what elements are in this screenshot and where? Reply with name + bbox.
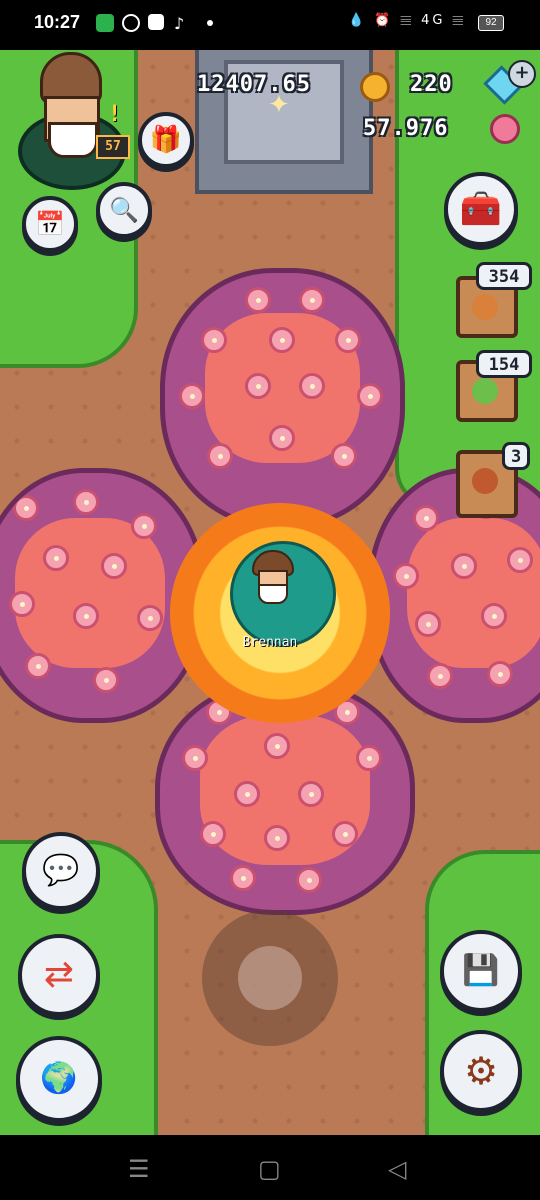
player-name: Brennan: [242, 635, 298, 650]
clock: 10:27: [34, 12, 81, 32]
save-button[interactable]: 💾: [440, 930, 522, 1012]
back-button[interactable]: ◁: [388, 1155, 406, 1183]
tiktok-icon: ♪: [174, 14, 185, 33]
facebook-icon: [148, 14, 164, 30]
dot-icon: [207, 20, 213, 26]
pickle-icon: [472, 378, 498, 404]
level-badge: 57: [96, 135, 130, 159]
gift-button[interactable]: 🎁: [138, 112, 194, 168]
magnifier-icon: 🔍: [109, 196, 139, 224]
gear-icon: ⚙: [463, 1049, 499, 1093]
meat-count: 354: [476, 262, 532, 290]
chat-icon: [96, 14, 114, 32]
coin-icon: [360, 72, 390, 102]
meat-icon: [472, 294, 498, 320]
game-viewport[interactable]: Brennan ! 57 🎁 📅 🔍 12407.65 220 + 57.976…: [0, 50, 540, 1135]
system-icons: 💧 ⏰ 𝄙 4G 𝄙: [347, 13, 466, 28]
globe-icon: 🌍: [40, 1061, 78, 1096]
pickle-count: 154: [476, 350, 532, 378]
character-beard: [258, 584, 288, 604]
search-button[interactable]: 🔍: [96, 182, 152, 238]
swap-button[interactable]: ⇄: [18, 934, 100, 1016]
settings-button[interactable]: ⚙: [440, 1030, 522, 1112]
player-character[interactable]: [248, 550, 294, 610]
phone-icon: [122, 14, 140, 32]
chest-icon: 🧰: [459, 189, 503, 229]
floppy-disk-icon: 💾: [462, 953, 500, 988]
petal-top: [160, 268, 405, 528]
turnip-count: 3: [502, 442, 530, 470]
calendar-icon: 📅: [35, 210, 65, 238]
turnip-icon: [472, 468, 498, 494]
world-button[interactable]: 🌍: [16, 1036, 102, 1122]
status-bar: 10:27 ♪ 💧 ⏰ 𝄙 4G 𝄙 92: [0, 0, 540, 50]
calendar-button[interactable]: 📅: [22, 196, 78, 252]
virtual-joystick[interactable]: [202, 910, 338, 1046]
battery-indicator: 92: [478, 15, 504, 31]
petals-amount: 57.976: [363, 116, 449, 141]
recent-apps-button[interactable]: ☰: [128, 1155, 150, 1183]
petal-currency-icon: [490, 114, 520, 144]
speech-bubble-icon: 💬: [42, 853, 80, 888]
player-avatar[interactable]: [18, 52, 126, 190]
home-button[interactable]: ▢: [258, 1155, 281, 1183]
alert-indicator: !: [108, 102, 122, 127]
flower-center: [170, 503, 390, 723]
swap-arrows-icon: ⇄: [43, 954, 75, 995]
chest-button[interactable]: 🧰: [444, 172, 518, 246]
system-nav-bar: ☰ ▢ ◁: [0, 1135, 540, 1200]
add-gems-button[interactable]: +: [508, 60, 536, 88]
joystick-knob[interactable]: [238, 946, 302, 1010]
gift-icon: 🎁: [149, 125, 183, 155]
chat-button[interactable]: 💬: [22, 832, 100, 910]
coins-amount: 12407.65: [197, 72, 311, 97]
gems-amount: 220: [410, 72, 453, 97]
